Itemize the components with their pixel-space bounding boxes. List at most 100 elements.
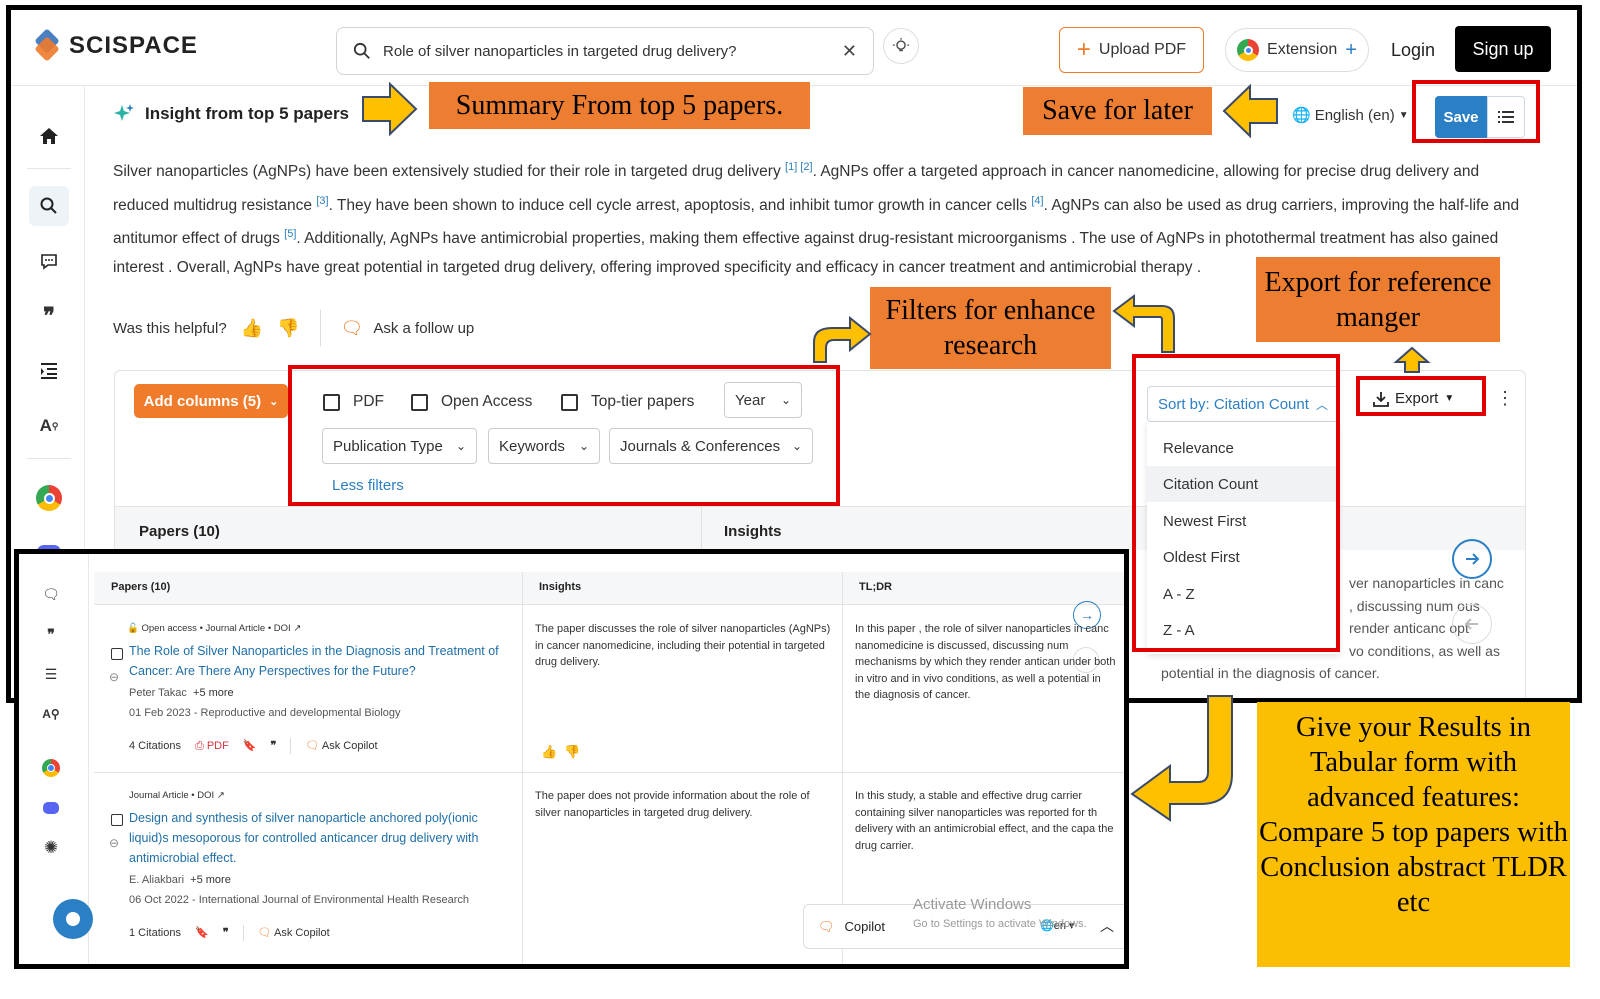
quote-icon[interactable]: ❞	[271, 738, 277, 755]
paper-checkbox[interactable]	[111, 648, 123, 660]
chat-bubble-icon: 🗨	[340, 317, 364, 338]
citation-link[interactable]: [4]	[1031, 195, 1043, 207]
annotation-export: Export for reference manger	[1256, 257, 1500, 342]
extension-label: Extension	[1267, 41, 1338, 58]
add-columns-button[interactable]: Add columns (5) ⌄	[134, 384, 288, 418]
pdf-link[interactable]: ⎙ PDF	[195, 738, 229, 755]
clear-search-icon[interactable]: ✕	[842, 41, 857, 62]
paper-tldr: In this study, a stable and effective dr…	[855, 790, 1114, 852]
chevron-up-icon[interactable]: ︿	[1100, 916, 1114, 936]
citations-count: 1 Citations	[129, 927, 181, 939]
discord-icon[interactable]	[39, 796, 63, 820]
paper-meta-text: Journal Article • DOI	[129, 790, 215, 801]
paper-title-link[interactable]: Design and synthesis of silver nanoparti…	[129, 808, 514, 868]
thumbs-down-icon[interactable]: 👎	[564, 744, 580, 759]
bookmark-icon[interactable]: 🔖	[243, 738, 257, 755]
outline-icon[interactable]	[29, 351, 69, 391]
plus-icon: +	[1076, 36, 1091, 63]
divider	[94, 772, 1124, 773]
arrow-left-icon	[1222, 83, 1278, 139]
chat-bubble-icon: 🗨	[818, 918, 835, 934]
quote-icon[interactable]: ❞	[29, 296, 69, 336]
sign-up-button[interactable]: Sign up	[1455, 26, 1551, 72]
login-link[interactable]: Login	[1391, 40, 1435, 61]
divider	[94, 604, 1124, 605]
chat-icon[interactable]	[29, 241, 69, 281]
thumbs-up-icon[interactable]: 👍	[241, 318, 263, 339]
literature-search-icon[interactable]	[29, 186, 69, 226]
ask-copilot-button[interactable]: 🗨 Ask Copilot	[258, 925, 330, 942]
citation-link[interactable]: [1] [2]	[785, 161, 813, 173]
globe-icon: 🌐	[1292, 107, 1311, 124]
ai-detector-icon[interactable]: A⚲	[39, 702, 63, 726]
logo-icon	[33, 28, 61, 62]
previous-column-arrow-icon[interactable]	[1452, 604, 1492, 644]
outline-icon[interactable]: ☰	[39, 662, 63, 686]
more-options-icon[interactable]: ⋮	[1496, 388, 1514, 409]
ask-follow-up-label: Ask a follow up	[373, 319, 475, 337]
chrome-extension-icon[interactable]	[39, 756, 63, 780]
bookmark-icon[interactable]: 🔖	[195, 925, 209, 942]
home-icon[interactable]	[29, 116, 69, 156]
papers-column-header[interactable]: Papers (10)	[111, 581, 170, 593]
insight-feedback: 👍 👎	[541, 744, 581, 761]
annotation-tabular: Give your Results in Tabular form with a…	[1257, 702, 1570, 967]
ai-detector-icon[interactable]: A⚲	[29, 406, 69, 446]
chrome-extension-icon[interactable]	[29, 478, 69, 518]
external-link-icon[interactable]: ↗	[293, 623, 301, 634]
citation-link[interactable]: [3]	[316, 195, 328, 207]
citations-count: 4 Citations	[129, 740, 181, 752]
extension-button[interactable]: Extension +	[1225, 28, 1369, 72]
inset-table-header	[94, 572, 1124, 604]
arrow-up-icon	[1393, 346, 1431, 373]
expand-icon[interactable]: ⊖	[109, 670, 119, 684]
inset-sidebar: 🗨 ❞ ☰ A⚲ ✺	[19, 554, 93, 964]
highlight-export	[1356, 376, 1486, 416]
tldr-column-header[interactable]: TL;DR	[859, 581, 892, 593]
logo[interactable]: SCISPACE	[33, 28, 198, 62]
search-input[interactable]	[383, 42, 830, 60]
paper-date-venue: 06 Oct 2022 - International Journal of E…	[129, 894, 469, 906]
quote-icon[interactable]: ❞	[39, 622, 63, 646]
next-column-arrow-icon[interactable]	[1452, 539, 1492, 579]
user-avatar-icon[interactable]	[53, 899, 93, 939]
ask-copilot-label: Ask Copilot	[321, 740, 378, 752]
chat-icon[interactable]: 🗨	[39, 582, 63, 606]
language-selector[interactable]: 🌐 English (en) ▼	[1292, 106, 1409, 125]
paper-actions: 4 Citations ⎙ PDF 🔖 ❞ 🗨 Ask Copilot	[129, 738, 378, 755]
insights-column-header[interactable]: Insights	[724, 523, 782, 540]
ask-follow-up-button[interactable]: 🗨 Ask a follow up	[341, 318, 475, 339]
expand-icon[interactable]: ⊖	[109, 836, 119, 850]
external-link-icon[interactable]: ↗	[217, 790, 225, 801]
paper-title-link[interactable]: The Role of Silver Nanoparticles in the …	[129, 641, 514, 681]
open-access-icon: 🔓	[127, 623, 139, 634]
quote-icon[interactable]: ❞	[223, 925, 229, 942]
citation-link[interactable]: [5]	[284, 228, 296, 240]
more-authors-link[interactable]: +5 more	[193, 687, 234, 699]
paper-tldr: In this paper , the role of silver nanop…	[855, 623, 1116, 701]
annotation-save: Save for later	[1023, 87, 1212, 135]
ask-copilot-label: Ask Copilot	[274, 927, 330, 939]
annotation-summary: Summary From top 5 papers.	[429, 82, 810, 129]
arrow-right-icon	[362, 81, 418, 137]
thumbs-down-icon[interactable]: 👎	[277, 318, 299, 339]
upload-pdf-button[interactable]: + Upload PDF	[1059, 27, 1204, 73]
behind-line: potential in the diagnosis of cancer.	[1161, 665, 1380, 681]
paper-checkbox[interactable]	[111, 814, 123, 826]
thumbs-up-icon[interactable]: 👍	[541, 744, 557, 759]
paper-authors: Peter Takac +5 more	[129, 685, 234, 702]
caret-down-icon: ▼	[1398, 109, 1409, 121]
chat-bubble-icon: 🗨	[257, 927, 272, 939]
papers-column-header[interactable]: Papers (10)	[139, 523, 220, 540]
chrome-icon	[1237, 39, 1260, 61]
more-authors-link[interactable]: +5 more	[190, 874, 231, 886]
copilot-label: Copilot	[844, 919, 885, 934]
openai-icon[interactable]: ✺	[39, 836, 63, 860]
paper-authors: E. Aliakbari +5 more	[129, 872, 231, 889]
feedback-row: Was this helpful? 👍 👎 🗨 Ask a follow up	[113, 310, 474, 346]
summary-text: . They have been shown to induce cell cy…	[328, 196, 1032, 214]
insights-column-header[interactable]: Insights	[539, 581, 581, 593]
search-box[interactable]: ✕	[336, 27, 874, 75]
bulb-icon[interactable]	[883, 28, 919, 64]
ask-copilot-button[interactable]: 🗨 Ask Copilot	[305, 738, 377, 755]
